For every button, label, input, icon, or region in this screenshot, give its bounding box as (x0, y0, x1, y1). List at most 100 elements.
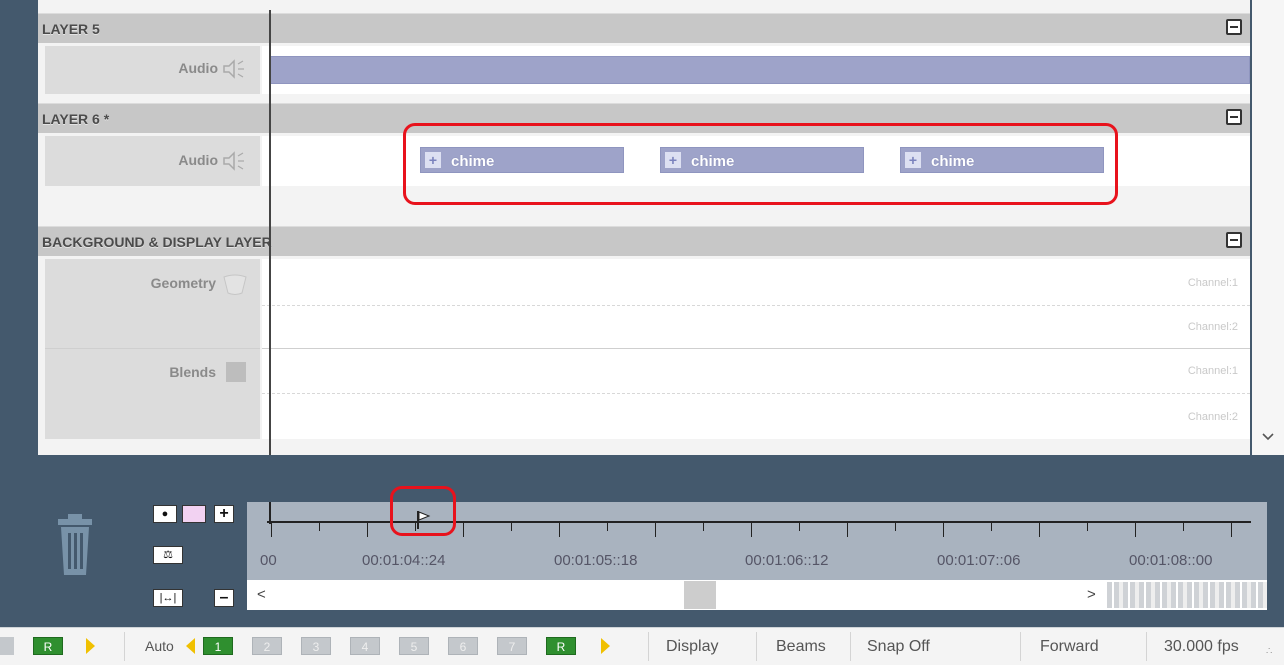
ruler-tick (271, 523, 272, 537)
channel-label: Channel:2 (1187, 321, 1238, 333)
geometry-label: Geometry (150, 275, 216, 291)
layer-5-header[interactable]: LAYER 5 (38, 13, 1250, 43)
play-forward-icon[interactable] (601, 638, 610, 654)
play-backward-icon[interactable] (186, 638, 195, 654)
channel-label: Channel:1 (1187, 365, 1238, 377)
ruler-tick (367, 523, 368, 537)
direction-button[interactable]: Forward (1040, 638, 1099, 656)
audio-track-label: Audio (178, 152, 218, 168)
ruler-tick (1231, 523, 1232, 537)
background-layer-title: BACKGROUND & DISPLAY LAYER (42, 234, 272, 250)
chevron-down-icon[interactable] (1262, 432, 1274, 442)
time-label: 00:01:06::12 (745, 552, 829, 569)
playhead-marker[interactable] (269, 502, 271, 524)
ruler-tick (847, 523, 848, 537)
ruler-tick (463, 523, 464, 537)
zoom-fit-icon[interactable]: |↔| (153, 589, 183, 607)
blends-icon[interactable] (226, 362, 246, 382)
layer-6-title: LAYER 6 * (42, 111, 110, 127)
layer-5-title: LAYER 5 (42, 21, 100, 37)
divider (756, 632, 757, 661)
trash-icon[interactable] (52, 513, 98, 579)
auto-label[interactable]: Auto (145, 638, 174, 654)
number-box[interactable]: 2 (252, 637, 282, 655)
number-box[interactable]: 1 (203, 637, 233, 655)
time-label: 00:01:04::24 (362, 552, 446, 569)
scroll-right-button[interactable]: > (1087, 586, 1096, 603)
ruler-tick (751, 523, 752, 537)
record-button[interactable]: R (33, 637, 63, 655)
divider (648, 632, 649, 661)
zoom-out-button[interactable]: – (214, 589, 234, 607)
scroll-overview[interactable] (1107, 582, 1267, 608)
channel-label: Channel:2 (1187, 411, 1238, 423)
beams-button[interactable]: Beams (776, 638, 826, 656)
divider (1020, 632, 1021, 661)
background-layer-header[interactable]: BACKGROUND & DISPLAY LAYER (38, 226, 1250, 256)
blends-label: Blends (169, 364, 216, 380)
number-box[interactable]: 6 (448, 637, 478, 655)
layer-5-track-header: Audio (45, 46, 260, 94)
status-bar: R Auto 1 2 3 4 5 6 7 R Display Beams Sna… (0, 627, 1284, 665)
ruler-tick (319, 523, 320, 531)
audio-track-label: Audio (178, 60, 218, 76)
layer-5-collapse-button[interactable] (1226, 19, 1242, 35)
channel-divider (262, 393, 1250, 394)
track-divider (262, 348, 1250, 349)
ruler-tick (1087, 523, 1088, 531)
ruler-tick (655, 523, 656, 537)
time-label: 00:01:08::00 (1129, 552, 1213, 569)
ruler-tick (607, 523, 608, 531)
divider (850, 632, 851, 661)
number-box[interactable]: 4 (350, 637, 380, 655)
visibility-toggle-button[interactable] (182, 505, 206, 523)
ruler-tick (1135, 523, 1136, 537)
layer-5-audio-clip[interactable] (270, 56, 1250, 84)
time-label: 00:01:07::06 (937, 552, 1021, 569)
layer-5-audio-track[interactable] (262, 46, 1250, 94)
layer-6-collapse-button[interactable] (1226, 109, 1242, 125)
number-box[interactable] (0, 637, 14, 655)
channel-divider (262, 305, 1250, 306)
ruler-tick (991, 523, 992, 531)
snap-button[interactable]: Snap Off (867, 638, 930, 656)
number-box[interactable]: 7 (497, 637, 527, 655)
background-layer-tracks[interactable]: Channel:1 Channel:2 Channel:1 Channel:2 (262, 259, 1250, 439)
background-layer-collapse-button[interactable] (1226, 232, 1242, 248)
time-label: 00:01:05::18 (554, 552, 638, 569)
ruler-tick (895, 523, 896, 531)
divider (1146, 632, 1147, 661)
geometry-icon[interactable] (222, 273, 248, 297)
zoom-in-button[interactable]: + (214, 505, 234, 523)
channel-label: Channel:1 (1187, 277, 1238, 289)
horizontal-scrollbar[interactable]: < > (247, 580, 1267, 610)
highlight-box-marker (390, 486, 456, 536)
ruler-tick (943, 523, 944, 537)
ruler-tick (511, 523, 512, 531)
divider (124, 632, 125, 661)
record-button[interactable]: R (546, 637, 576, 655)
highlight-box-clips (403, 123, 1118, 205)
scroll-thumb[interactable] (684, 581, 716, 609)
background-layer-track-header: Geometry Blends (45, 259, 260, 439)
layer-6-track-header: Audio (45, 136, 260, 186)
playhead-line[interactable] (269, 10, 271, 455)
ruler-tick (799, 523, 800, 531)
number-box[interactable]: 3 (301, 637, 331, 655)
time-label: 00 (260, 552, 277, 569)
lock-toggle-button[interactable]: ● (153, 505, 177, 523)
balance-icon[interactable]: ⚖ (153, 546, 183, 564)
ruler-tick (703, 523, 704, 531)
speaker-icon[interactable] (222, 150, 246, 172)
number-box[interactable]: 5 (399, 637, 429, 655)
ruler-tick (1183, 523, 1184, 531)
ruler-tick (559, 523, 560, 537)
resize-grip-icon[interactable]: ∴ (1266, 646, 1272, 657)
scroll-left-button[interactable]: < (257, 586, 266, 603)
ruler-tick (1039, 523, 1040, 537)
fps-label[interactable]: 30.000 fps (1164, 638, 1239, 656)
play-forward-icon[interactable] (86, 638, 95, 654)
speaker-icon[interactable] (222, 58, 246, 80)
display-button[interactable]: Display (666, 638, 718, 656)
vertical-scrollbar[interactable] (1252, 0, 1284, 455)
